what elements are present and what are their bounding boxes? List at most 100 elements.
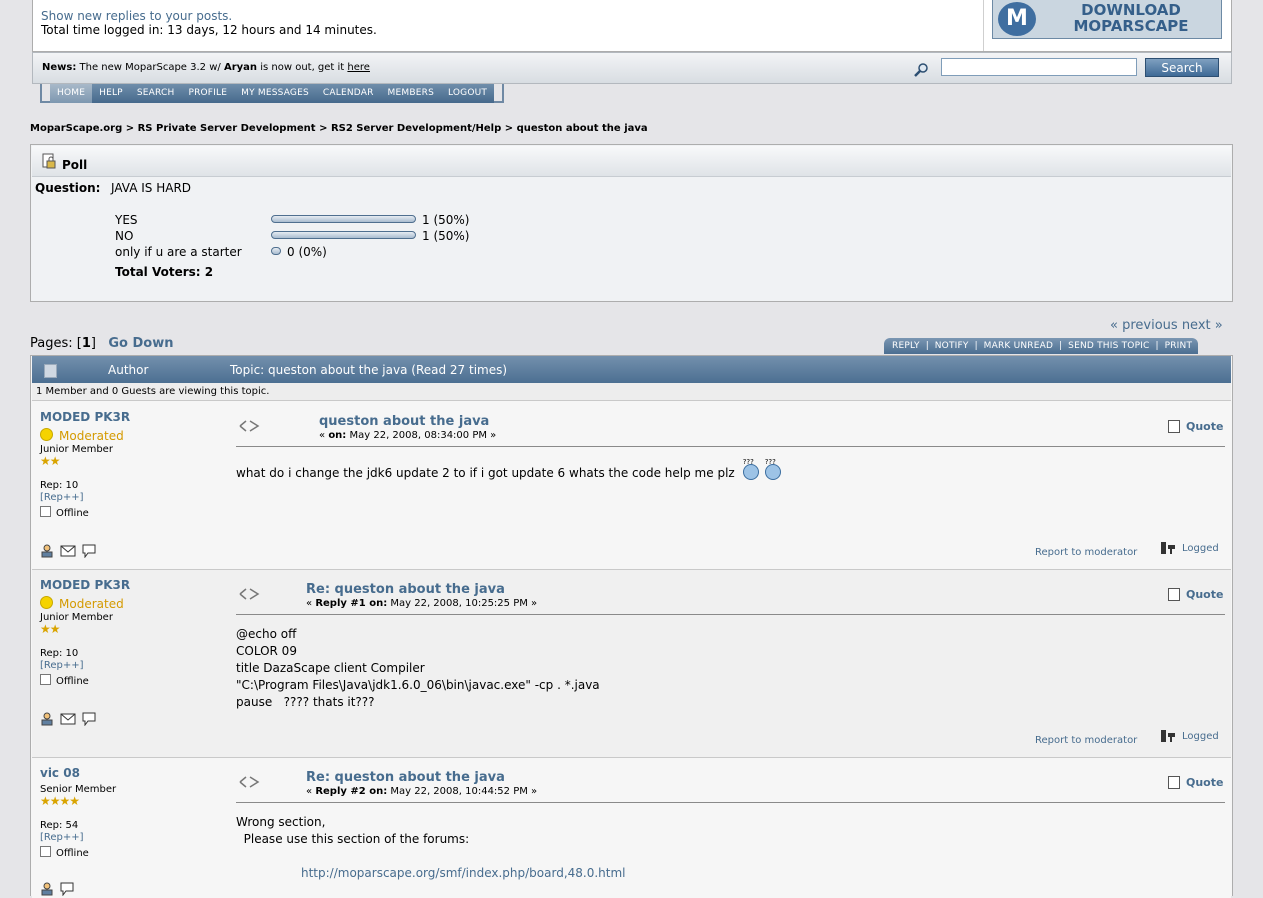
report-to-moderator-link[interactable]: Report to moderator bbox=[1035, 547, 1137, 558]
date-value: May 22, 2008, 10:25:25 PM » bbox=[390, 598, 538, 609]
breadcrumb-rs2[interactable]: RS2 Server Development/Help bbox=[331, 123, 501, 134]
nav-my-messages[interactable]: MY MESSAGES bbox=[234, 84, 316, 103]
button-separator: | bbox=[974, 341, 978, 351]
reputation: Rep: 10 bbox=[40, 648, 79, 659]
print-button[interactable]: PRINT bbox=[1165, 341, 1193, 351]
logged-ip-icon bbox=[1161, 542, 1175, 554]
main-nav: HOME HELP SEARCH PROFILE MY MESSAGES CAL… bbox=[40, 84, 505, 103]
report-to-moderator-link[interactable]: Report to moderator bbox=[1035, 735, 1137, 746]
rank-stars-icon: ★★ bbox=[40, 454, 60, 468]
breadcrumb-rs-private[interactable]: RS Private Server Development bbox=[138, 123, 316, 134]
topic-icon bbox=[44, 364, 57, 378]
profile-icon[interactable] bbox=[40, 544, 54, 558]
post: MODED PK3R Moderated Junior Member ★★ Re… bbox=[32, 402, 1231, 570]
online-status: Offline bbox=[40, 846, 89, 859]
post-author[interactable]: vic 08 bbox=[40, 766, 80, 780]
notify-button[interactable]: NOTIFY bbox=[935, 341, 969, 351]
author-actions bbox=[40, 544, 96, 558]
send-topic-button[interactable]: SEND THIS TOPIC bbox=[1068, 341, 1149, 351]
post: vic 08 Senior Member ★★★★ Rep: 54 [Rep++… bbox=[32, 758, 1231, 898]
breadcrumb-sep: > bbox=[504, 123, 514, 134]
personal-message-icon[interactable] bbox=[82, 712, 96, 726]
current-page: 1 bbox=[81, 336, 91, 351]
nav-search[interactable]: SEARCH bbox=[129, 84, 182, 103]
date-label: Reply #2 on: bbox=[315, 786, 388, 797]
show-new-replies-link[interactable]: Show new replies to your posts. bbox=[41, 9, 377, 23]
banner-text: DOWNLOAD MOPARSCAPE bbox=[1043, 2, 1219, 34]
reply-button[interactable]: REPLY bbox=[892, 341, 920, 351]
news-bar: News: The new MoparScape 3.2 w/ Aryan is… bbox=[32, 52, 1232, 84]
post: MODED PK3R Moderated Junior Member ★★ Re… bbox=[32, 570, 1231, 758]
quote-button[interactable]: Quote bbox=[1168, 588, 1223, 601]
rep-plus-link[interactable]: [Rep++] bbox=[40, 832, 84, 843]
board-link[interactable]: http://moparscape.org/smf/index.php/boar… bbox=[301, 865, 626, 882]
poll-votes: 1 (50%) bbox=[422, 213, 470, 227]
nav-profile[interactable]: PROFILE bbox=[181, 84, 235, 103]
poll-option-label: YES bbox=[115, 213, 138, 227]
search-input[interactable] bbox=[941, 58, 1137, 76]
topic-header-row: Author Topic: queston about the java (Re… bbox=[32, 356, 1231, 383]
smiley-label: ??? bbox=[742, 458, 754, 466]
date-prefix: « bbox=[306, 598, 313, 609]
poll-title: Poll bbox=[62, 158, 88, 172]
quote-icon bbox=[1168, 588, 1180, 601]
pages-close: ] bbox=[90, 336, 96, 351]
nav-home[interactable]: HOME bbox=[50, 84, 93, 103]
mopar-logo: M bbox=[998, 2, 1036, 36]
reputation: Rep: 10 bbox=[40, 480, 79, 491]
nav-help[interactable]: HELP bbox=[92, 84, 130, 103]
post-author[interactable]: MODED PK3R bbox=[40, 578, 130, 592]
news-label: News: bbox=[42, 62, 77, 73]
quote-button[interactable]: Quote bbox=[1168, 776, 1223, 789]
banner-line-2: MOPARSCAPE bbox=[1073, 17, 1189, 35]
quote-button[interactable]: Quote bbox=[1168, 420, 1223, 433]
banner-line-1: DOWNLOAD bbox=[1081, 1, 1181, 19]
search-button[interactable]: Search bbox=[1145, 58, 1219, 77]
poll-total-voters: Total Voters: 2 bbox=[115, 265, 214, 279]
go-down-link[interactable]: Go Down bbox=[108, 336, 173, 351]
breadcrumb-home[interactable]: MoparScape.org bbox=[30, 123, 122, 134]
logged-ip-icon bbox=[1161, 730, 1175, 742]
poll-bar bbox=[271, 215, 416, 223]
nav-members[interactable]: MEMBERS bbox=[380, 84, 441, 103]
nav-calendar[interactable]: CALENDAR bbox=[315, 84, 381, 103]
topic-pagination-nav: « previous next » bbox=[1110, 318, 1223, 333]
profile-icon[interactable] bbox=[40, 712, 54, 726]
poll-bar bbox=[271, 247, 281, 255]
quote-icon bbox=[1168, 776, 1180, 789]
news-link[interactable]: here bbox=[347, 62, 370, 73]
news-bold: Aryan bbox=[223, 62, 258, 73]
download-moparscape-banner[interactable]: M DOWNLOAD MOPARSCAPE bbox=[992, 0, 1222, 39]
moderated-status: Moderated bbox=[40, 428, 124, 443]
post-author[interactable]: MODED PK3R bbox=[40, 410, 130, 424]
next-topic-link[interactable]: next » bbox=[1182, 318, 1223, 333]
mark-unread-button[interactable]: MARK UNREAD bbox=[984, 341, 1054, 351]
smiley-label: ??? bbox=[764, 458, 776, 466]
author-actions bbox=[40, 712, 96, 726]
email-icon[interactable] bbox=[60, 712, 76, 726]
moderated-status: Moderated bbox=[40, 596, 124, 611]
post-date: « Reply #1 on: May 22, 2008, 10:25:25 PM… bbox=[306, 598, 537, 609]
poll-question: JAVA IS HARD bbox=[111, 181, 192, 195]
personal-message-icon[interactable] bbox=[60, 882, 74, 896]
rep-plus-link[interactable]: [Rep++] bbox=[40, 660, 84, 671]
post-title[interactable]: queston about the java bbox=[319, 414, 489, 429]
rep-plus-link[interactable]: [Rep++] bbox=[40, 492, 84, 503]
profile-icon[interactable] bbox=[40, 882, 54, 896]
button-separator: | bbox=[925, 341, 929, 351]
poll-question-label: Question: bbox=[35, 181, 101, 195]
post-body: what do i change the jdk6 update 2 to if… bbox=[236, 458, 781, 482]
nav-logout[interactable]: LOGOUT bbox=[441, 84, 495, 103]
nav-edge-right bbox=[494, 84, 505, 103]
post-title[interactable]: Re: queston about the java bbox=[306, 770, 505, 785]
personal-message-icon[interactable] bbox=[82, 544, 96, 558]
email-icon[interactable] bbox=[60, 544, 76, 558]
previous-topic-link[interactable]: « previous bbox=[1110, 318, 1178, 333]
date-label: Reply #1 on: bbox=[315, 598, 388, 609]
post-title[interactable]: Re: queston about the java bbox=[306, 582, 505, 597]
viewing-info: 1 Member and 0 Guests are viewing this t… bbox=[32, 383, 1231, 401]
reputation: Rep: 54 bbox=[40, 820, 79, 831]
poll-box: Poll Question: JAVA IS HARD YES 1 (50%) … bbox=[30, 144, 1233, 302]
post-date: « on: May 22, 2008, 08:34:00 PM » bbox=[319, 430, 496, 441]
breadcrumb-topic[interactable]: queston about the java bbox=[517, 123, 648, 134]
